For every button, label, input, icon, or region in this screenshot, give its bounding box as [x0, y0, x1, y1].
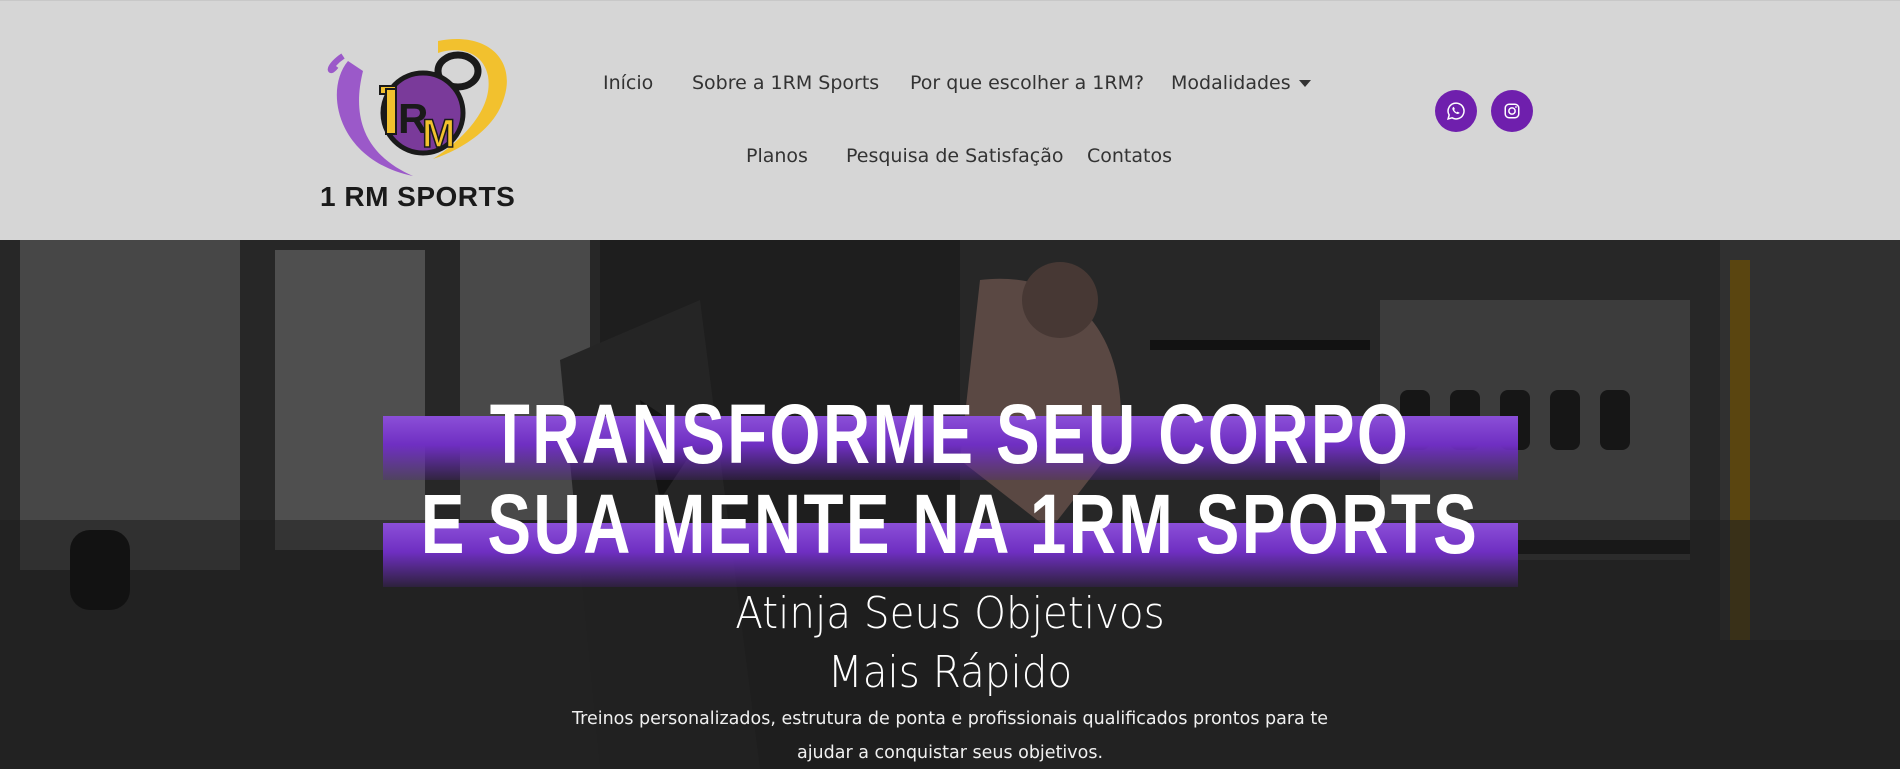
hero-description: Treinos personalizados, estrutura de pon… — [572, 709, 1328, 763]
nav-pesquisa[interactable]: Pesquisa de Satisfação — [846, 145, 1064, 167]
nav-modalidades[interactable]: Modalidades — [1171, 72, 1311, 94]
chevron-down-icon — [1298, 80, 1311, 87]
whatsapp-icon — [1447, 102, 1465, 120]
site-header: R M 1 RM SPORTS Início Sobre a 1RM Sport… — [0, 0, 1900, 240]
hero-subheadline-line-2: Mais Rápido — [827, 647, 1073, 698]
svg-text:M: M — [422, 112, 455, 156]
logo-text: 1 RM SPORTS — [320, 181, 516, 212]
hero-section: TRANSFORME SEU CORPO E SUA MENTE NA 1RM … — [0, 240, 1900, 769]
nav-contatos[interactable]: Contatos — [1087, 145, 1172, 167]
nav-inicio[interactable]: Início — [603, 72, 653, 94]
whatsapp-button[interactable] — [1435, 90, 1477, 132]
hero-headline-line-1: TRANSFORME SEU CORPO — [489, 387, 1411, 481]
kettlebell-logo-icon: R M — [327, 39, 507, 176]
hero-headline-line-2: E SUA MENTE NA 1RM SPORTS — [420, 477, 1480, 571]
nav-planos[interactable]: Planos — [746, 145, 808, 167]
nav-sobre[interactable]: Sobre a 1RM Sports — [692, 72, 879, 94]
brand-logo[interactable]: R M 1 RM SPORTS — [318, 31, 518, 216]
nav-modalidades-label: Modalidades — [1171, 72, 1291, 94]
instagram-button[interactable] — [1491, 90, 1533, 132]
nav-por-que[interactable]: Por que escolher a 1RM? — [910, 72, 1144, 94]
instagram-icon — [1504, 103, 1520, 119]
hero-subheadline-line-1: Atinja Seus Objetivos — [735, 588, 1165, 639]
